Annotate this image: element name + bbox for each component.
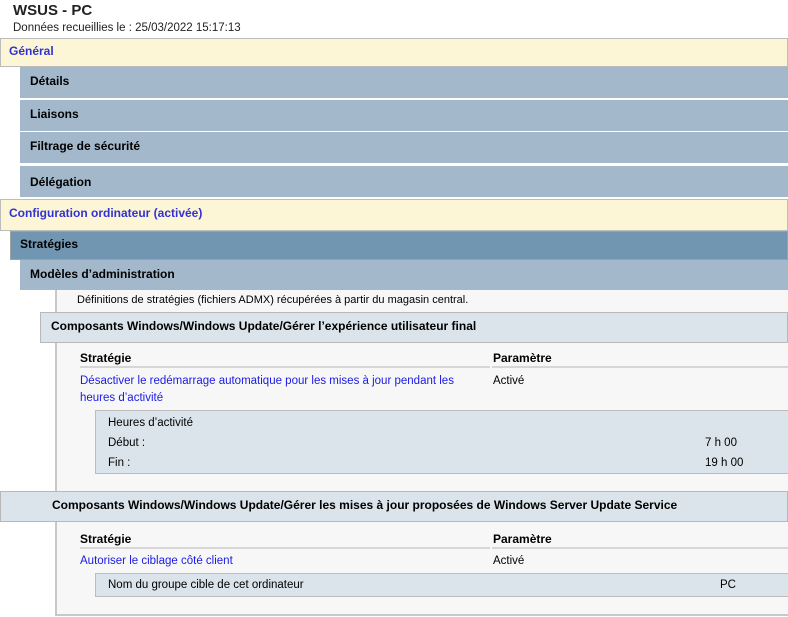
detail-value: PC [720,579,736,591]
divider [492,366,788,368]
details-heading: Heures d’activité [108,417,194,429]
divider [80,366,490,368]
group-header[interactable]: Composants Windows/Windows Update/Gérer … [0,491,788,522]
section-admin-templates[interactable]: Modèles d’administration [20,260,788,290]
policy-link[interactable]: Autoriser le ciblage côté client [80,553,233,570]
policy-details: Heures d’activité Début : 7 h 00 Fin : 1… [95,410,788,474]
report-title: WSUS - PC [13,2,93,19]
section-general[interactable]: Général [0,38,788,67]
col-policy: Stratégie [80,532,132,546]
section-filtrage[interactable]: Filtrage de sécurité [20,132,788,163]
policy-setting: Activé [493,375,525,387]
section-liaisons[interactable]: Liaisons [20,100,788,131]
detail-value: 19 h 00 [705,457,744,469]
policy-link[interactable]: Désactiver le redémarrage automatique po… [80,373,480,407]
detail-label: Fin : [108,457,131,469]
group-header[interactable]: Composants Windows/Windows Update/Gérer … [40,312,788,343]
col-policy: Stratégie [80,351,132,365]
col-setting: Paramètre [493,532,552,546]
detail-value: 7 h 00 [705,437,737,449]
col-setting: Paramètre [493,351,552,365]
admx-note: Définitions de stratégies (fichiers ADMX… [77,294,469,306]
section-computer-config[interactable]: Configuration ordinateur (activée) [0,199,788,231]
policy-setting: Activé [493,555,525,567]
divider [80,547,490,549]
section-delegation[interactable]: Délégation [20,166,788,197]
detail-label: Nom du groupe cible de cet ordinateur [108,579,304,591]
detail-label: Début : [108,437,146,449]
policy-details: Nom du groupe cible de cet ordinateur PC [95,573,788,597]
collected-date: Données recueillies le : 25/03/2022 15:1… [13,22,241,34]
section-strategies[interactable]: Stratégies [10,231,788,260]
section-details[interactable]: Détails [20,67,788,98]
divider [492,547,788,549]
